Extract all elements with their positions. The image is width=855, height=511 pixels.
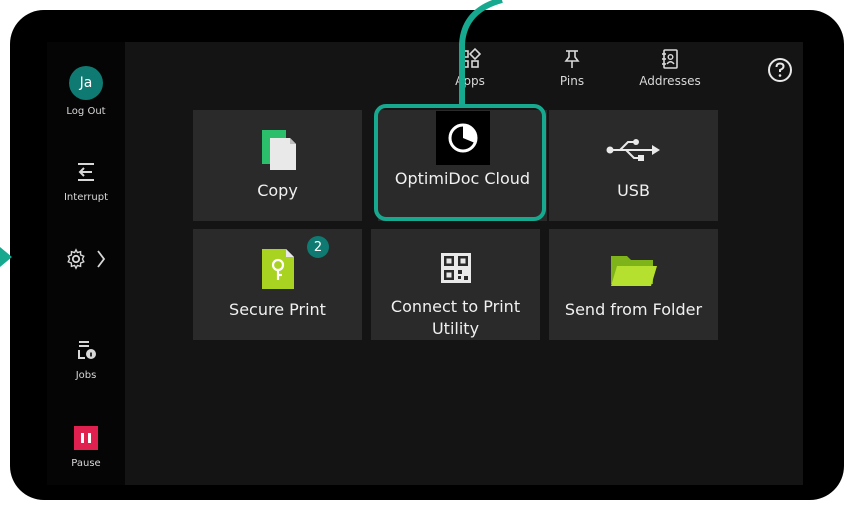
tile-copy-label: Copy (257, 181, 298, 200)
tile-connect-to-print-utility[interactable]: Connect to Print Utility (371, 229, 540, 340)
logout-label: Log Out (66, 106, 106, 117)
interrupt-icon (78, 163, 94, 181)
pin-icon (564, 50, 580, 68)
sidebar: Ja Log Out Interrupt Jobs Pause (47, 42, 125, 485)
tile-copy[interactable]: Copy (193, 110, 362, 221)
jobs-icon (78, 341, 96, 359)
jobs-button[interactable]: Jobs (47, 336, 125, 381)
interrupt-label: Interrupt (63, 192, 108, 203)
address-book-icon (662, 49, 678, 69)
tile-secure-print-label: Secure Print (229, 300, 326, 319)
tile-connect-label: Connect to Print Utility (390, 297, 521, 338)
usb-icon (604, 130, 664, 170)
settings-button[interactable] (47, 248, 125, 270)
tile-send-from-folder[interactable]: Send from Folder (549, 229, 718, 340)
tab-pins-label: Pins (559, 74, 585, 88)
tab-addresses-label: Addresses (639, 74, 701, 88)
interrupt-button[interactable]: Interrupt (47, 160, 125, 203)
secure-print-badge: 2 (307, 236, 329, 258)
help-button[interactable] (766, 56, 794, 84)
help-icon (768, 58, 792, 82)
tile-usb-label: USB (617, 181, 650, 200)
pause-label: Pause (71, 458, 101, 469)
left-arrow-marker (0, 247, 12, 267)
folder-icon (609, 249, 659, 289)
pause-icon (74, 426, 98, 450)
avatar: Ja (69, 66, 103, 100)
gear-icon (67, 248, 85, 270)
secure-print-icon (260, 249, 296, 289)
chevron-right-icon (97, 250, 106, 268)
pause-button[interactable]: Pause (47, 426, 125, 469)
jobs-label: Jobs (75, 370, 97, 381)
tile-send-from-folder-label: Send from Folder (564, 300, 703, 319)
highlight-frame (374, 104, 546, 221)
qr-code-icon (439, 249, 473, 286)
tile-secure-print[interactable]: Secure Print (193, 229, 362, 340)
tab-pins[interactable]: Pins (552, 48, 592, 88)
logout-button[interactable]: Ja Log Out (47, 66, 125, 117)
tab-addresses[interactable]: Addresses (630, 48, 710, 88)
copy-icon (256, 130, 300, 170)
callout-connector (459, 0, 503, 104)
tile-usb[interactable]: USB (549, 110, 718, 221)
